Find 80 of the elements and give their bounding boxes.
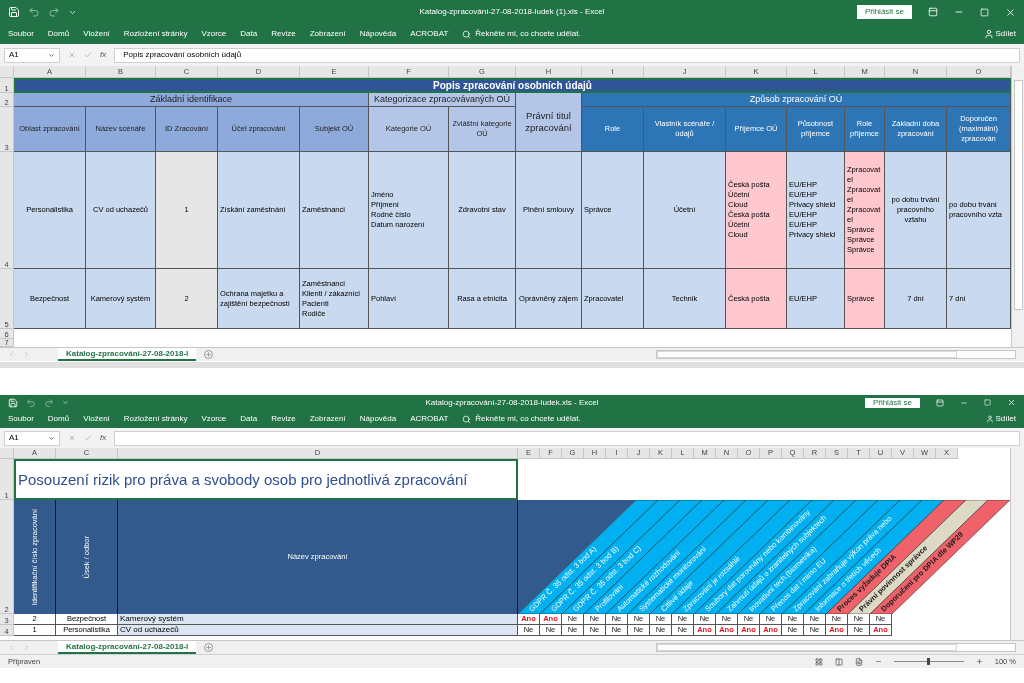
previous-sheet-icon[interactable] <box>8 644 15 651</box>
sheet-tab[interactable]: Katalog-zpracování-27-08-2018-l <box>58 641 197 654</box>
caret-icon[interactable] <box>62 399 69 406</box>
ribbon-tab[interactable]: Rozložení stránky <box>123 28 188 40</box>
name-box[interactable]: A1 <box>4 430 60 446</box>
horizontal-scrollbar[interactable] <box>656 643 1016 652</box>
table-cell: CV od uchazečů <box>118 625 518 636</box>
group-header: Kategorizace zpracovávaných OÚ <box>369 93 516 107</box>
page-layout-icon[interactable] <box>834 657 843 666</box>
formula-field[interactable]: Popis zpracování osobních údajů <box>114 47 1020 63</box>
ribbon-tab[interactable]: Data <box>240 28 258 40</box>
zoom-thumb[interactable] <box>927 658 931 665</box>
user-icon[interactable] <box>983 29 994 39</box>
ribbon-display-icon[interactable] <box>928 7 938 17</box>
share-button[interactable]: Sdílet <box>995 413 1016 425</box>
ribbon-tab[interactable]: ACROBAT <box>410 28 449 40</box>
caret-icon[interactable] <box>48 51 55 59</box>
enter-icon[interactable] <box>84 51 92 59</box>
page-break-icon[interactable] <box>854 657 863 666</box>
ribbon-tab[interactable]: Revize <box>271 28 296 40</box>
name-box[interactable]: A1 <box>4 47 60 63</box>
sheet-title: Posouzení rizik pro práva a svobody osob pro jednotlivá zpracování <box>14 459 518 500</box>
search-icon[interactable] <box>462 29 472 39</box>
ribbon-tab[interactable]: Soubor <box>8 413 34 425</box>
zoom-in-icon[interactable] <box>975 658 983 665</box>
save-icon[interactable] <box>8 397 18 408</box>
share-button[interactable]: Sdílet <box>995 28 1016 40</box>
window-title: Katalog-zpracování-27-08-2018-ludek.xls - Excel <box>424 398 600 407</box>
vertical-scrollbar[interactable] <box>1010 448 1024 640</box>
ribbon-tab[interactable]: Vzorce <box>201 413 227 425</box>
cancel-icon[interactable] <box>68 434 76 442</box>
column-heading: Právní titul zpracování <box>516 93 582 152</box>
ribbon-tab[interactable]: Vložení <box>83 413 110 425</box>
add-sheet-icon[interactable] <box>204 350 214 359</box>
ribbon-tab[interactable]: Domů <box>47 28 70 40</box>
add-sheet-icon[interactable] <box>204 643 214 652</box>
ribbon-tab[interactable]: Nápověda <box>359 413 397 425</box>
cancel-icon[interactable] <box>68 51 76 59</box>
caret-icon[interactable] <box>48 434 55 442</box>
sheet-tab[interactable]: Katalog-zpracování-27-08-2018-l <box>58 348 197 361</box>
next-sheet-icon[interactable] <box>23 351 30 358</box>
group-header: Základní identifikace <box>14 93 369 107</box>
ribbon-tab[interactable]: Soubor <box>8 28 34 40</box>
ribbon-display-icon[interactable] <box>936 398 944 407</box>
ribbon-tab[interactable]: Rozložení stránky <box>123 413 188 425</box>
save-icon[interactable] <box>8 6 20 18</box>
formula-field[interactable] <box>114 430 1020 446</box>
normal-view-icon[interactable] <box>814 657 823 666</box>
ribbon-tab[interactable]: Zobrazení <box>309 28 346 40</box>
ribbon-tab[interactable]: Nápověda <box>359 28 397 40</box>
window-title: Katalog-zpracování-27-08-2018-ludek (1).xls - Excel <box>418 8 606 16</box>
ribbon-tab[interactable]: Zobrazení <box>309 413 346 425</box>
next-sheet-icon[interactable] <box>23 644 30 651</box>
close-icon[interactable] <box>1005 6 1016 18</box>
table-cell: Kamerový systém <box>118 614 518 625</box>
ribbon-tab[interactable]: ACROBAT <box>410 413 449 425</box>
ribbon-tab[interactable]: Data <box>240 413 258 425</box>
sign-in-button[interactable]: Přihlásit se <box>864 397 920 408</box>
ribbon-tab[interactable]: Vzorce <box>201 28 227 40</box>
close-icon[interactable] <box>1007 398 1016 407</box>
tell-me-field[interactable]: Řekněte mi, co chcete udělat. <box>475 413 581 425</box>
user-icon[interactable] <box>985 415 994 423</box>
vertical-scrollbar[interactable] <box>1011 66 1024 347</box>
ribbon-tab[interactable]: Vložení <box>83 28 110 40</box>
maximize-icon[interactable] <box>984 399 991 406</box>
table-title: Popis zpracování osobních údajů <box>14 78 1011 93</box>
tell-me-field[interactable]: Řekněte mi, co chcete udělat. <box>475 28 581 40</box>
maximize-icon[interactable] <box>980 7 989 17</box>
insert-function-button[interactable]: fx <box>100 49 107 61</box>
zoom-out-icon[interactable] <box>874 658 882 665</box>
enter-icon[interactable] <box>84 434 92 442</box>
group-header: Způsob zpracování OÚ <box>582 93 1011 107</box>
sign-in-button[interactable]: Přihlásit se <box>856 5 912 19</box>
previous-sheet-icon[interactable] <box>8 351 15 358</box>
horizontal-scrollbar[interactable] <box>656 350 1016 359</box>
ribbon-tab[interactable]: Revize <box>271 413 296 425</box>
search-icon[interactable] <box>462 414 472 424</box>
insert-function-button[interactable]: fx <box>100 432 107 444</box>
zoom-slider[interactable] <box>893 658 964 665</box>
ribbon-tab[interactable]: Domů <box>47 413 70 425</box>
